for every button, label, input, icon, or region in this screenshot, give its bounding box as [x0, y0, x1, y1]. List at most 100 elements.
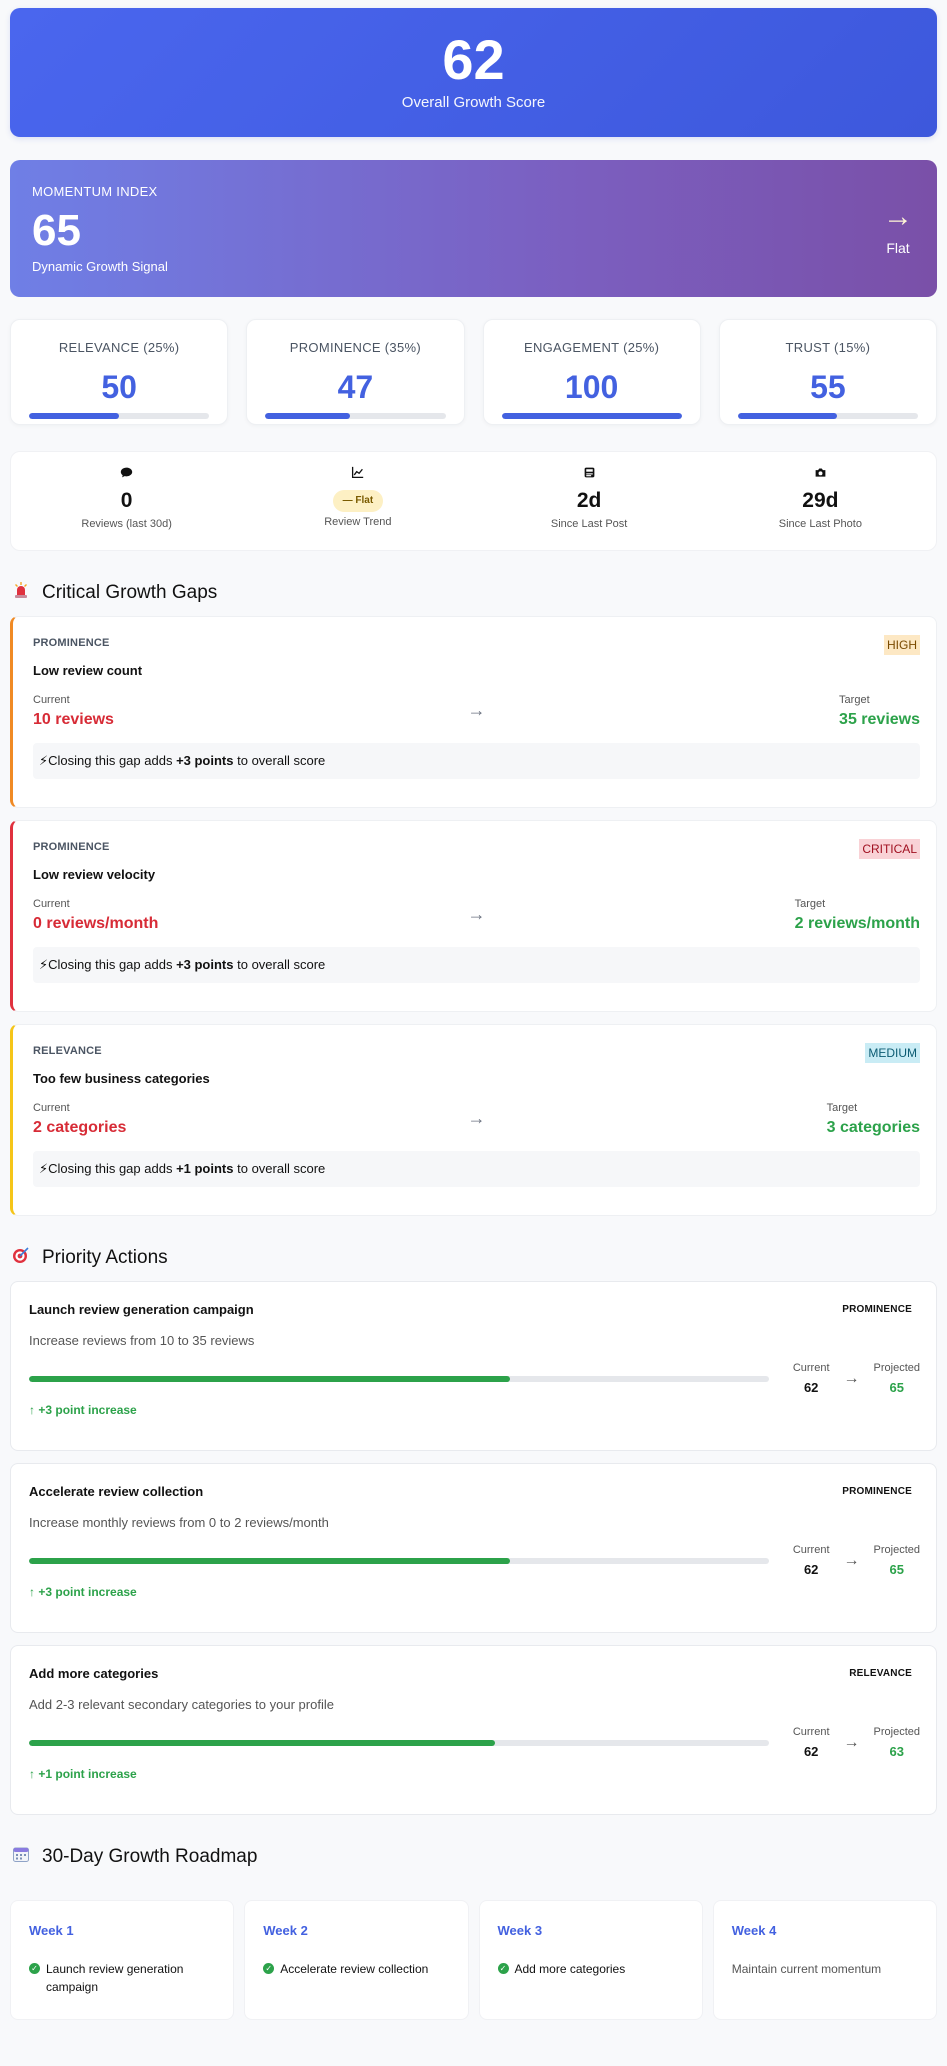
section-title-text: Priority Actions	[42, 1246, 168, 1268]
section-title-text: 30-Day Growth Roadmap	[42, 1845, 258, 1867]
week-item-text: Accelerate review collection	[280, 1962, 429, 1976]
gap-category: RELEVANCE	[33, 1045, 102, 1057]
overall-score-label: Overall Growth Score	[401, 94, 546, 111]
current-label: Current	[792, 1544, 830, 1556]
overall-score-value: 62	[442, 28, 505, 91]
projected-value: 63	[889, 1744, 904, 1759]
roadmap-week-4: Week 4 Maintain current momentum	[712, 1900, 937, 2020]
trend-pill: — Flat	[332, 490, 384, 512]
gap-target-value: 35 reviews	[839, 711, 920, 728]
factor-value: 100	[564, 369, 619, 405]
action-current: Current 62	[793, 1362, 830, 1395]
projected-value: 65	[889, 1562, 904, 1577]
increase-text: +3 point increase	[38, 1403, 137, 1417]
gap-card: PROMINENCE HIGH Low review count Current…	[10, 616, 937, 808]
camera-icon	[705, 466, 936, 482]
check-circle-icon: ✓	[29, 1963, 40, 1974]
action-progress-fill	[29, 1557, 510, 1564]
gap-impact-note: ⚡Closing this gap adds +3 points to over…	[33, 947, 920, 983]
note-points: +3 points	[176, 753, 234, 768]
factor-progress-fill	[737, 413, 837, 419]
arrow-right-icon: →	[843, 1369, 860, 1387]
factor-cards: RELEVANCE (25%) 50 PROMINENCE (35%) 47 E…	[10, 319, 937, 425]
momentum-label: MOMENTUM INDEX	[32, 184, 158, 199]
stat-last-post: 2d Since Last Post	[474, 466, 705, 550]
gap-target: Target 35 reviews	[839, 694, 920, 729]
stat-value: 29d	[802, 489, 839, 512]
calendar-icon	[10, 1845, 32, 1868]
action-progress-row: Current 62 → Projected 65	[29, 1544, 920, 1577]
action-title: Accelerate review collection	[29, 1484, 204, 1499]
gaps-section-title: Critical Growth Gaps	[10, 581, 937, 604]
factor-name: PROMINENCE (35%)	[289, 340, 421, 355]
factor-card-trust: TRUST (15%) 55	[718, 319, 937, 425]
overall-score-card: 62 Overall Growth Score	[10, 8, 937, 137]
note-points: +1 points	[176, 1161, 234, 1176]
projected-label: Projected	[873, 1544, 920, 1556]
action-increase: ↑ +3 point increase	[29, 1403, 920, 1417]
action-progress-fill	[29, 1375, 510, 1382]
week-name: Week 4	[731, 1923, 777, 1938]
stats-bar: 0 Reviews (last 30d) — Flat Review Trend…	[10, 451, 937, 551]
gap-category: PROMINENCE	[33, 637, 110, 649]
action-projection: Current 62 → Projected 65	[793, 1544, 920, 1577]
week-item: Maintain current momentum	[732, 1960, 918, 1978]
gap-impact-note: ⚡Closing this gap adds +3 points to over…	[33, 743, 920, 779]
action-progress-fill	[29, 1739, 496, 1746]
factor-name: TRUST (15%)	[785, 340, 871, 355]
action-projection: Current 62 → Projected 63	[793, 1726, 920, 1759]
lightning-icon: ⚡	[39, 957, 49, 972]
arrow-up-icon: ↑	[29, 1585, 35, 1599]
current-value: 62	[803, 1380, 819, 1395]
factor-progress-bar	[29, 413, 210, 419]
week-item-text: Maintain current momentum	[731, 1962, 882, 1976]
action-progress-bar	[29, 1557, 769, 1564]
gap-current: Current 0 reviews/month	[33, 898, 158, 933]
siren-icon	[10, 581, 32, 604]
trend-chart-icon	[242, 466, 473, 482]
factor-value: 50	[101, 369, 137, 405]
current-label: Current	[792, 1362, 830, 1374]
gap-current-value: 10 reviews	[33, 711, 114, 728]
arrow-right-icon: →	[467, 700, 486, 720]
action-description: Add 2-3 relevant secondary categories to…	[29, 1697, 334, 1712]
roadmap-week-1: Week 1 ✓ Launch review generation campaig…	[10, 1900, 235, 2020]
week-item-text: Launch review generation campaign	[46, 1962, 184, 1994]
gap-card: PROMINENCE CRITICAL Low review velocity …	[10, 820, 937, 1012]
lightning-icon: ⚡	[39, 753, 49, 768]
arrow-up-icon: ↑	[29, 1767, 35, 1781]
factor-card-engagement: ENGAGEMENT (25%) 100	[482, 319, 701, 425]
note-prefix: Closing this gap adds	[48, 957, 177, 972]
action-card[interactable]: Add more categories RELEVANCE Add 2-3 re…	[10, 1645, 937, 1815]
roadmap: Week 1 ✓ Launch review generation campaig…	[10, 1900, 937, 2020]
momentum-signal: Dynamic Growth Signal	[32, 259, 168, 274]
projected-value: 65	[889, 1380, 904, 1395]
week-name: Week 3	[497, 1923, 543, 1938]
action-card[interactable]: Accelerate review collection PROMINENCE …	[10, 1463, 937, 1633]
action-current: Current 62	[793, 1544, 830, 1577]
week-item: ✓ Launch review generation campaign	[29, 1960, 215, 1996]
stat-label: Since Last Post	[550, 518, 628, 530]
actions-section-title: Priority Actions	[10, 1246, 937, 1269]
note-suffix: to overall score	[233, 1161, 326, 1176]
action-description: Increase reviews from 10 to 35 reviews	[29, 1333, 255, 1348]
gap-category: PROMINENCE	[33, 841, 110, 853]
stat-reviews: 0 Reviews (last 30d)	[11, 466, 242, 550]
action-projection: Current 62 → Projected 65	[793, 1362, 920, 1395]
gap-current-value: 0 reviews/month	[33, 915, 159, 932]
note-points: +3 points	[176, 957, 234, 972]
stat-label: Since Last Photo	[778, 518, 862, 530]
action-increase: ↑ +1 point increase	[29, 1767, 920, 1781]
factor-progress-bar	[501, 413, 682, 419]
stat-last-photo: 29d Since Last Photo	[705, 466, 936, 550]
gap-target: Target 3 categories	[827, 1102, 920, 1137]
gap-current-label: Current	[33, 1102, 70, 1114]
factor-progress-fill	[29, 413, 120, 419]
arrow-right-icon: →	[883, 200, 913, 233]
gap-target-label: Target	[839, 694, 870, 706]
factor-card-prominence: PROMINENCE (35%) 47	[246, 319, 465, 425]
action-card[interactable]: Launch review generation campaign PROMIN…	[10, 1281, 937, 1451]
gap-current-label: Current	[33, 898, 70, 910]
action-progress-row: Current 62 → Projected 65	[29, 1362, 920, 1395]
action-description: Increase monthly reviews from 0 to 2 rev…	[29, 1515, 329, 1530]
